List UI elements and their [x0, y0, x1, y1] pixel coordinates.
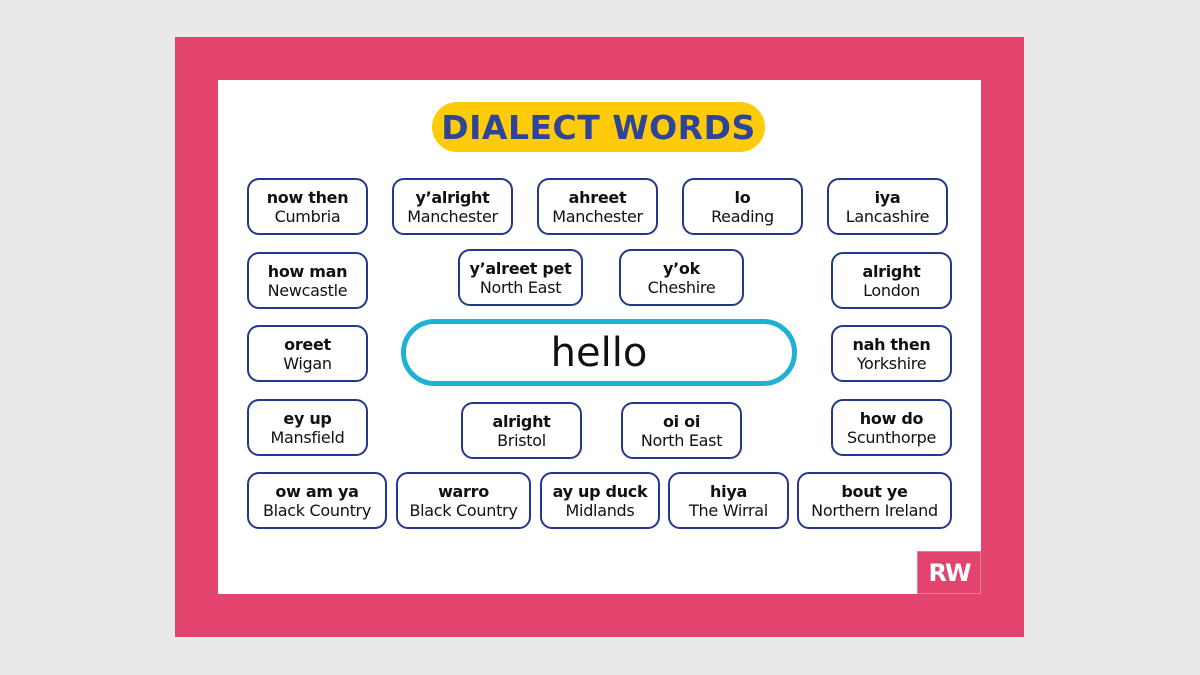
dialect-card: ahreet Manchester	[537, 178, 658, 235]
dialect-card: iya Lancashire	[827, 178, 948, 235]
dialect-word: ey up	[283, 408, 332, 428]
dialect-card: y’alright Manchester	[392, 178, 513, 235]
dialect-place: North East	[640, 430, 723, 450]
center-word: hello	[550, 329, 648, 376]
dialect-card: hiya The Wirral	[668, 472, 789, 529]
dialect-place: Midlands	[565, 500, 635, 520]
title-text: DIALECT WORDS	[441, 107, 756, 147]
dialect-word: y’alright	[415, 187, 490, 207]
dialect-word: y’alreet pet	[469, 258, 572, 278]
dialect-place: Wigan	[283, 353, 332, 373]
center-word-box: hello	[401, 319, 797, 386]
dialect-place: Scunthorpe	[846, 427, 937, 447]
dialect-place: Black Country	[262, 500, 372, 520]
dialect-word: alright	[862, 261, 921, 281]
dialect-card: lo Reading	[682, 178, 803, 235]
dialect-place: Newcastle	[267, 280, 348, 300]
dialect-place: Manchester	[407, 206, 498, 226]
dialect-card: warro Black Country	[396, 472, 531, 529]
dialect-card: ow am ya Black Country	[247, 472, 387, 529]
dialect-place: Yorkshire	[856, 353, 927, 373]
dialect-card: bout ye Northern Ireland	[797, 472, 952, 529]
dialect-word: ow am ya	[275, 481, 359, 501]
dialect-word: ahreet	[568, 187, 627, 207]
dialect-card: oi oi North East	[621, 402, 742, 459]
dialect-place: Lancashire	[845, 206, 930, 226]
dialect-word: alright	[492, 411, 551, 431]
rw-logo: RW	[917, 551, 981, 594]
dialect-card: alright London	[831, 252, 952, 309]
dialect-word: iya	[874, 187, 901, 207]
dialect-card: alright Bristol	[461, 402, 582, 459]
dialect-place: Northern Ireland	[811, 500, 938, 520]
dialect-word: now then	[266, 187, 349, 207]
title-banner: DIALECT WORDS	[432, 102, 765, 152]
dialect-word: bout ye	[841, 481, 908, 501]
dialect-place: Reading	[711, 206, 774, 226]
dialect-word: oi oi	[662, 411, 701, 431]
dialect-word: how do	[859, 408, 924, 428]
dialect-word: lo	[734, 187, 751, 207]
dialect-card: now then Cumbria	[247, 178, 368, 235]
dialect-card: y’ok Cheshire	[619, 249, 744, 306]
dialect-word: nah then	[852, 334, 931, 354]
dialect-word: ay up duck	[552, 481, 648, 501]
dialect-word: oreet	[284, 334, 331, 354]
dialect-place: North East	[479, 277, 562, 297]
dialect-place: Black Country	[409, 500, 518, 520]
logo-text: RW	[928, 558, 972, 587]
dialect-place: Manchester	[552, 206, 643, 226]
dialect-word: how man	[267, 261, 348, 281]
dialect-place: Mansfield	[270, 427, 345, 447]
dialect-card: how do Scunthorpe	[831, 399, 952, 456]
dialect-card: ey up Mansfield	[247, 399, 368, 456]
dialect-card: ay up duck Midlands	[540, 472, 660, 529]
dialect-place: The Wirral	[689, 500, 768, 520]
dialect-card: y’alreet pet North East	[458, 249, 583, 306]
dialect-place: Cheshire	[647, 277, 716, 297]
dialect-word: warro	[438, 481, 489, 501]
dialect-word: y’ok	[663, 258, 700, 278]
dialect-card: oreet Wigan	[247, 325, 368, 382]
dialect-place: London	[863, 280, 920, 300]
dialect-word: hiya	[710, 481, 747, 501]
dialect-place: Bristol	[497, 430, 546, 450]
dialect-card: nah then Yorkshire	[831, 325, 952, 382]
dialect-place: Cumbria	[274, 206, 341, 226]
dialect-card: how man Newcastle	[247, 252, 368, 309]
